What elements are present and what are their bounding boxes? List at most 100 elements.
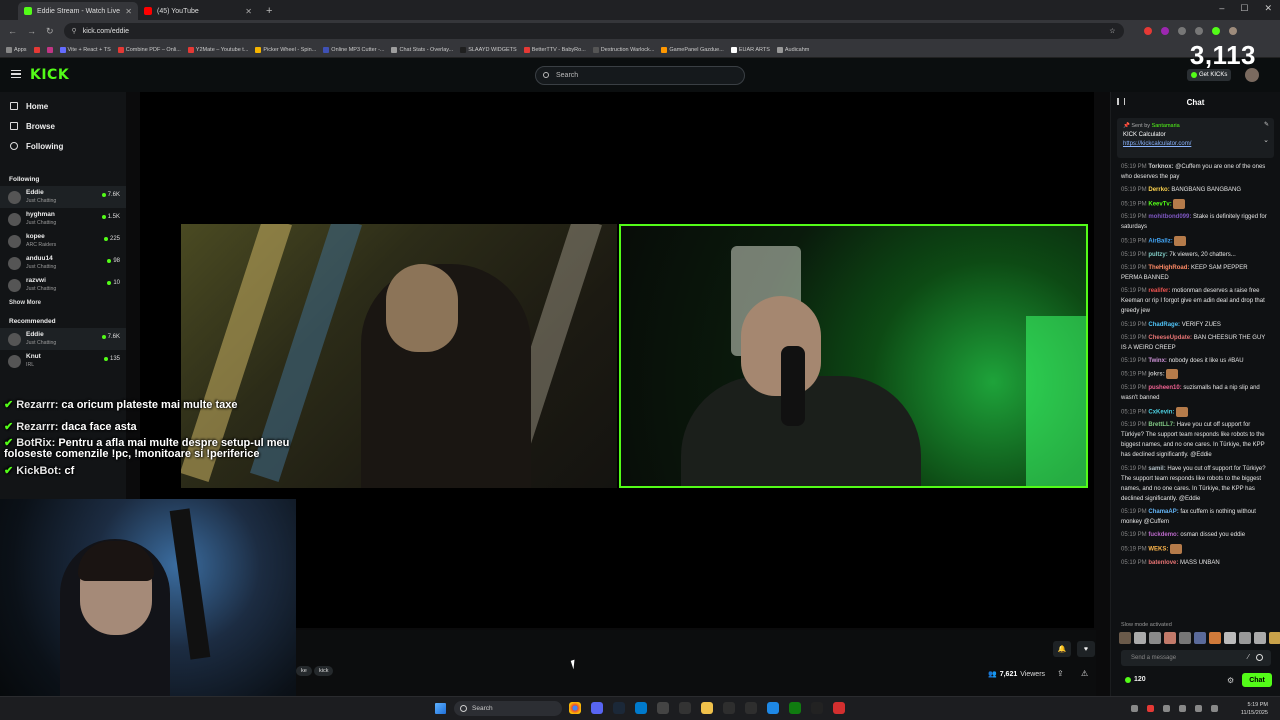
close-tab-icon[interactable]: ✕	[245, 7, 252, 16]
obs-app-icon[interactable]	[811, 702, 823, 714]
sidebar-channel-hyghman[interactable]: hyghman Just Chatting 1.5K	[0, 208, 126, 230]
emote-icon[interactable]	[1269, 632, 1280, 644]
sidebar-channel-knut[interactable]: Knut IRL 135	[0, 350, 126, 372]
emote-icon[interactable]	[1134, 632, 1146, 644]
wifi-icon[interactable]	[1179, 705, 1186, 712]
browser-tab-kick[interactable]: Eddie Stream - Watch Live ✕	[18, 2, 138, 20]
chat-username[interactable]: BrettLL7:	[1148, 422, 1175, 428]
search-input[interactable]: Search	[535, 66, 745, 85]
app-icon[interactable]	[767, 702, 779, 714]
bookmark-item[interactable]: GamePanel Gazdue...	[661, 46, 724, 53]
channel-points[interactable]: 120	[1125, 676, 1146, 683]
chat-username[interactable]: realifer:	[1148, 288, 1170, 294]
user-avatar[interactable]	[1245, 68, 1259, 82]
bookmark-item[interactable]	[46, 46, 53, 53]
sidebar-item-home[interactable]: Home	[0, 96, 126, 116]
chat-username[interactable]: Torknox:	[1148, 164, 1173, 170]
app-icon[interactable]	[833, 702, 845, 714]
bookmark-item[interactable]: Audicahm	[776, 46, 809, 53]
file-explorer-icon[interactable]	[701, 702, 713, 714]
notification-bell-icon[interactable]: 🔔	[1053, 641, 1071, 657]
chat-username[interactable]: TheHighRoad:	[1148, 265, 1189, 271]
chat-username[interactable]: jokrs:	[1148, 372, 1164, 378]
browser-tab-youtube[interactable]: (45) YouTube ✕	[138, 2, 258, 20]
sidebar-channel-eddie[interactable]: Eddie Just Chatting 7.6K	[0, 328, 126, 350]
bookmark-item[interactable]: Online MP3 Cutter -...	[323, 46, 384, 53]
emote-icon[interactable]	[1239, 632, 1251, 644]
extension-icon[interactable]	[1211, 27, 1220, 35]
bookmark-item[interactable]: Apps	[6, 46, 27, 53]
tag-chip[interactable]: kick	[314, 666, 334, 676]
send-chat-button[interactable]: Chat	[1242, 673, 1272, 687]
bookmark-item[interactable]: Picker Wheel - Spin...	[255, 46, 316, 53]
chat-username[interactable]: ChamaAP:	[1148, 509, 1178, 515]
forward-arrow-icon[interactable]: →	[27, 26, 36, 36]
sidebar-item-following[interactable]: Following	[0, 136, 126, 156]
sidebar-channel-kopee[interactable]: kopee ARC Raiders 225	[0, 230, 126, 252]
discord-app-icon[interactable]	[591, 702, 603, 714]
chat-username[interactable]: Twinx:	[1148, 358, 1167, 364]
app-icon[interactable]	[723, 702, 735, 714]
emote-icon[interactable]	[1179, 632, 1191, 644]
chrome-app-icon[interactable]	[569, 702, 581, 714]
close-tab-icon[interactable]: ✕	[125, 7, 132, 16]
kick-logo[interactable]: KICK	[30, 67, 69, 83]
share-icon[interactable]: ⇪	[1057, 669, 1064, 678]
chat-username[interactable]: AirBallz:	[1148, 238, 1172, 244]
emote-icon[interactable]	[1224, 632, 1236, 644]
pinned-sent-by-user[interactable]: Santamaria	[1152, 123, 1180, 129]
follow-heart-icon[interactable]: ♥	[1077, 641, 1095, 657]
maximize-button[interactable]: ☐	[1240, 3, 1248, 14]
emote-icon[interactable]	[1149, 632, 1161, 644]
chat-username[interactable]: CheeseUpdate:	[1148, 335, 1192, 341]
show-more-button[interactable]: Show More	[0, 296, 126, 310]
vscode-app-icon[interactable]	[635, 702, 647, 714]
chat-username[interactable]: ChadRage:	[1148, 322, 1180, 328]
collapse-chat-icon[interactable]	[1117, 98, 1125, 105]
extension-icon[interactable]	[1177, 27, 1186, 35]
emote-icon[interactable]	[1254, 632, 1266, 644]
chat-username[interactable]: WEKS:	[1148, 546, 1168, 552]
bookmark-item[interactable]: EUAR ARTS	[730, 46, 770, 53]
sidebar-item-browse[interactable]: Browse	[0, 116, 126, 136]
sidebar-channel-razvwi[interactable]: razvwi Just Chatting 10	[0, 274, 126, 296]
steam-app-icon[interactable]	[613, 702, 625, 714]
taskbar-search[interactable]: Search	[454, 701, 562, 716]
pinned-link[interactable]: https://kickcalculator.com/	[1123, 140, 1268, 149]
emoji-picker-icon[interactable]	[1256, 654, 1263, 661]
windows-start-icon[interactable]	[435, 703, 446, 714]
tray-icon[interactable]	[1131, 705, 1138, 712]
emote-icon[interactable]	[1194, 632, 1206, 644]
chat-username[interactable]: mohitbond099:	[1148, 214, 1191, 220]
chat-username[interactable]: Derrko:	[1148, 187, 1169, 193]
back-arrow-icon[interactable]: ←	[8, 26, 17, 36]
chat-username[interactable]: samil:	[1148, 466, 1165, 472]
site-info-icon[interactable]: ⚲	[72, 27, 77, 35]
bookmark-item[interactable]	[33, 46, 40, 53]
extension-icon[interactable]	[1194, 27, 1203, 35]
chat-username[interactable]: CxKevin:	[1148, 409, 1174, 415]
minimize-button[interactable]: –	[1219, 3, 1224, 14]
bookmark-item[interactable]: Chat Stats - Overlay...	[391, 46, 453, 53]
tag-chip[interactable]: ke	[296, 666, 312, 676]
battery-icon[interactable]	[1211, 705, 1218, 712]
emote-icon[interactable]	[1119, 632, 1131, 644]
app-icon[interactable]	[657, 702, 669, 714]
xbox-app-icon[interactable]	[789, 702, 801, 714]
bookmark-item[interactable]: Vite + React + TS	[59, 46, 111, 53]
reload-icon[interactable]: ↻	[46, 26, 54, 37]
bookmark-star-icon[interactable]: ☆	[1109, 27, 1115, 35]
sidebar-channel-anduu14[interactable]: anduu14 Just Chatting 98	[0, 252, 126, 274]
chat-username[interactable]: batenlove:	[1148, 560, 1178, 566]
emote-icon[interactable]	[1209, 632, 1221, 644]
volume-icon[interactable]	[1195, 705, 1202, 712]
taskbar-clock[interactable]: 5:19 PM 11/15/2025	[1241, 701, 1268, 717]
url-field[interactable]: ⚲ kick.com/eddie ☆	[63, 23, 1124, 39]
get-kicks-button[interactable]: Get KICKs	[1187, 69, 1232, 81]
chat-message-input[interactable]: Send a message ⁄	[1121, 650, 1271, 666]
tray-icon[interactable]	[1147, 705, 1154, 712]
app-icon[interactable]	[745, 702, 757, 714]
profile-icon[interactable]	[1228, 27, 1237, 35]
emote-icon[interactable]	[1164, 632, 1176, 644]
report-warning-icon[interactable]: ⚠	[1081, 669, 1088, 678]
